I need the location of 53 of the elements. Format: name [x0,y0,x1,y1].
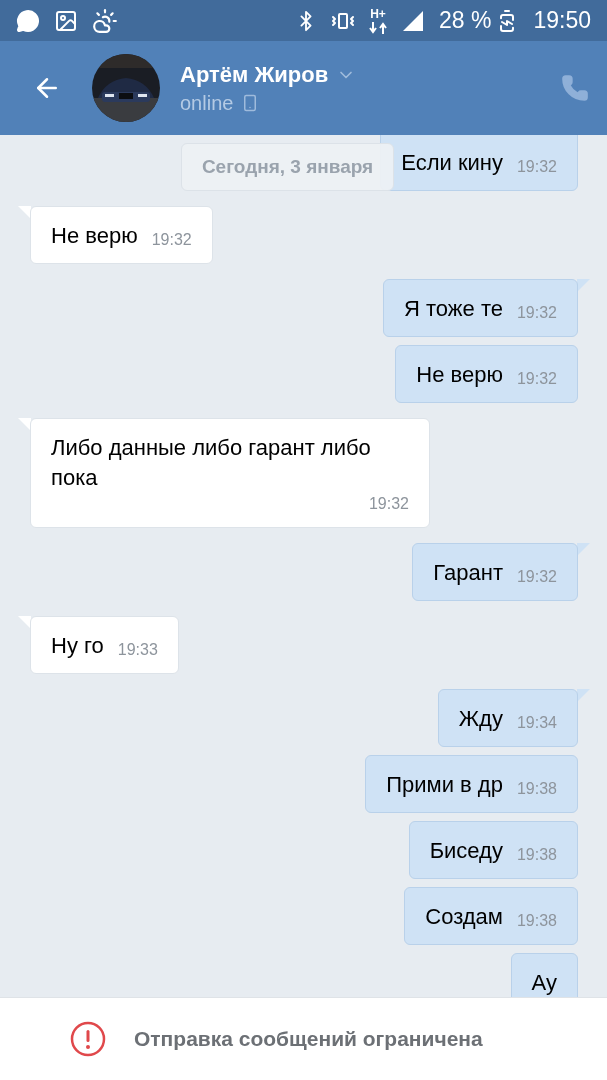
clock: 19:50 [533,7,591,34]
message-time: 19:32 [150,230,192,250]
message-text: Ну го [51,632,104,660]
outgoing-message[interactable]: Ау [510,953,578,997]
message-text: Гарант [433,559,503,587]
outgoing-message[interactable]: Я тоже те 19:32 [383,279,578,337]
contact-status: online [180,91,234,115]
message-text: Жду [458,705,503,733]
contact-name[interactable]: Артём Жиров [180,61,329,88]
message-text: Не верю [416,361,503,389]
date-label: Сегодня, 3 января [180,143,395,191]
message-time: 19:32 [515,157,557,177]
bubble-tail [17,616,31,630]
message-time: 19:32 [515,369,557,389]
incoming-message[interactable]: Ну го 19:33 [30,616,179,674]
weather-icon [92,7,118,34]
outgoing-message[interactable]: Гарант 19:32 [412,543,578,601]
message-text: Прими в др [386,771,503,799]
message-text: Я тоже те [404,295,503,323]
outgoing-message[interactable]: Если кину 19:32 [380,135,578,191]
outgoing-message[interactable]: Биседу 19:38 [408,821,578,879]
message-time: 19:38 [515,911,557,931]
bubble-tail [577,689,591,703]
message-text: Биседу [429,837,503,865]
network-type: H+ [370,7,386,20]
message-text: Ау [531,969,557,997]
chat-icon [16,8,40,33]
message-text: Либо данные либо гарант либо пока [51,434,372,492]
message-time: 19:32 [367,494,409,514]
message-text: Не верю [51,222,138,250]
outgoing-message[interactable]: Создам 19:38 [404,887,578,945]
bubble-tail [17,206,31,220]
outgoing-message[interactable]: Жду 19:34 [437,689,578,747]
message-time: 19:38 [515,779,557,799]
outgoing-message[interactable]: Не верю 19:32 [395,345,578,403]
message-time: 19:32 [515,567,557,587]
incoming-message[interactable]: Либо данные либо гарант либо пока 19:32 [30,418,430,528]
outgoing-message[interactable]: Прими в др 19:38 [365,755,578,813]
message-time: 19:32 [515,303,557,323]
bubble-tail [17,418,31,432]
warning-icon [70,1021,106,1057]
message-time: 19:34 [515,713,557,733]
bubble-tail [577,279,591,293]
message-time: 19:33 [116,640,158,660]
image-icon [54,8,78,33]
data-arrows-icon [369,21,387,34]
message-text: Если кину [401,149,503,177]
incoming-message[interactable]: Не верю 19:32 [30,206,213,264]
battery-percent: 28 % [439,7,492,34]
bubble-tail [577,543,591,557]
message-text: Создам [425,903,503,931]
restriction-notice: Отправка сообщений ограничена [134,1027,483,1051]
message-time: 19:38 [515,845,557,865]
